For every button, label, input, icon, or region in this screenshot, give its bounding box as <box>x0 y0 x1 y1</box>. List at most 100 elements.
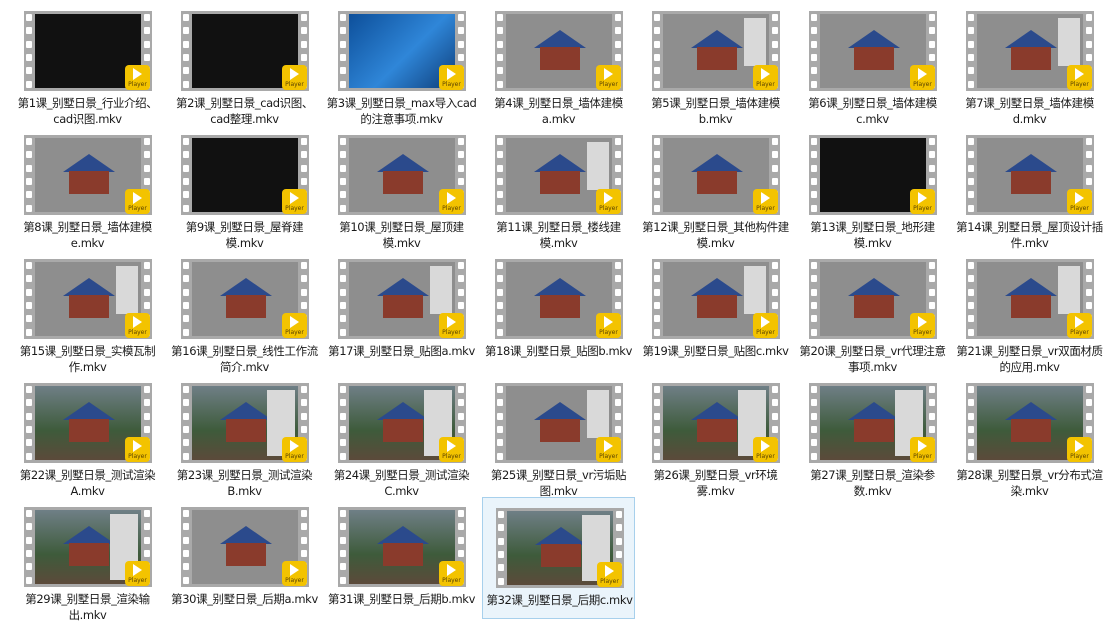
video-thumbnail[interactable]: Player <box>24 135 152 215</box>
file-item[interactable]: Player 第29课_别墅日景_渲染输出.mkv <box>11 497 164 622</box>
video-thumbnail[interactable]: Player <box>338 259 466 339</box>
perforation-hole <box>497 54 503 62</box>
house-roof <box>534 278 586 296</box>
video-thumbnail[interactable]: Player <box>181 11 309 91</box>
video-thumbnail[interactable]: Player <box>338 507 466 587</box>
perforation-hole <box>340 54 346 62</box>
file-item[interactable]: Player 第14课_别墅日景_屋顶设计插件.mkv <box>953 125 1106 250</box>
file-item[interactable]: Player 第20课_别墅日景_vr代理注意事项.mkv <box>796 249 949 374</box>
perforation-hole <box>1086 288 1092 296</box>
play-icon <box>604 316 613 328</box>
video-thumbnail[interactable]: Player <box>24 259 152 339</box>
file-item[interactable]: Player 第32课_别墅日景_后期c.mkv <box>482 497 635 619</box>
video-thumbnail[interactable]: Player <box>495 135 623 215</box>
file-item[interactable]: Player 第13课_别墅日景_地形建模.mkv <box>796 125 949 250</box>
perforation-hole <box>340 439 346 447</box>
file-item[interactable]: Player 第5课_别墅日景_墙体建模b.mkv <box>639 1 792 126</box>
house-roof <box>63 278 115 296</box>
video-thumbnail[interactable]: Player <box>966 11 1094 91</box>
file-name: 第9课_别墅日景_屋脊建模.mkv <box>185 220 304 250</box>
house-preview <box>63 278 115 318</box>
file-item[interactable]: Player 第2课_别墅日景_cad识图、cad整理.mkv <box>168 1 321 126</box>
video-thumbnail[interactable]: Player <box>181 507 309 587</box>
file-item[interactable]: Player 第3课_别墅日景_max导入cad的注意事项.mkv <box>325 1 478 126</box>
video-thumbnail[interactable]: Player <box>24 11 152 91</box>
file-item[interactable]: Player 第6课_别墅日景_墙体建模c.mkv <box>796 1 949 126</box>
perforation-hole <box>340 151 346 159</box>
perforation-hole <box>772 54 778 62</box>
perforation-hole <box>301 14 307 22</box>
perforation-hole <box>26 550 32 558</box>
video-thumbnail[interactable]: Player <box>652 135 780 215</box>
file-item[interactable]: Player 第4课_别墅日景_墙体建模a.mkv <box>482 1 635 126</box>
player-app-icon: Player <box>1067 65 1092 90</box>
file-item[interactable]: Player 第22课_别墅日景_测试渲染A.mkv <box>11 373 164 498</box>
file-item[interactable]: Player 第7课_别墅日景_墙体建模d.mkv <box>953 1 1106 126</box>
file-item[interactable]: Player 第21课_别墅日景_vr双面材质的应用.mkv <box>953 249 1106 374</box>
file-item[interactable]: Player 第25课_别墅日景_vr污垢贴图.mkv <box>482 373 635 498</box>
video-thumbnail[interactable]: Player <box>809 259 937 339</box>
house-wall <box>540 295 580 318</box>
house-wall <box>1011 419 1051 442</box>
file-item[interactable]: Player 第8课_别墅日景_墙体建模e.mkv <box>11 125 164 250</box>
film-perforations <box>966 135 976 215</box>
video-thumbnail[interactable]: Player <box>652 259 780 339</box>
video-thumbnail[interactable]: Player <box>652 11 780 91</box>
video-thumbnail[interactable]: Player <box>24 507 152 587</box>
video-thumbnail[interactable]: Player <box>495 259 623 339</box>
video-thumbnail[interactable]: Player <box>181 135 309 215</box>
file-item[interactable]: Player 第30课_别墅日景_后期a.mkv <box>168 497 321 619</box>
play-icon <box>290 316 299 328</box>
perforation-hole <box>615 302 621 310</box>
perforation-hole <box>615 399 621 407</box>
video-thumbnail[interactable]: Player <box>809 383 937 463</box>
file-item[interactable]: Player 第11课_别墅日景_楼线建模.mkv <box>482 125 635 250</box>
perforation-hole <box>26 302 32 310</box>
video-thumbnail[interactable]: Player <box>181 383 309 463</box>
file-item[interactable]: Player 第10课_别墅日景_屋顶建模.mkv <box>325 125 478 250</box>
file-item[interactable]: Player 第24课_别墅日景_测试渲染C.mkv <box>325 373 478 498</box>
video-thumbnail[interactable]: Player <box>966 383 1094 463</box>
video-thumbnail[interactable]: Player <box>652 383 780 463</box>
perforation-hole <box>654 315 660 323</box>
perforation-hole <box>340 510 346 518</box>
file-item[interactable]: Player 第16课_别墅日景_线性工作流简介.mkv <box>168 249 321 374</box>
film-perforations <box>495 11 505 91</box>
file-name: 第13课_别墅日景_地形建模.mkv <box>810 220 935 250</box>
video-thumbnail[interactable]: Player <box>24 383 152 463</box>
perforation-hole <box>811 302 817 310</box>
perforation-hole <box>654 27 660 35</box>
perforation-hole <box>968 262 974 270</box>
file-item[interactable]: Player 第17课_别墅日景_贴图a.mkv <box>325 249 478 371</box>
file-item[interactable]: Player 第26课_别墅日景_vr环境雾.mkv <box>639 373 792 498</box>
video-thumbnail[interactable]: Player <box>338 135 466 215</box>
perforation-hole <box>183 14 189 22</box>
video-thumbnail[interactable]: Player <box>496 508 624 588</box>
video-thumbnail[interactable]: Player <box>338 383 466 463</box>
perforation-hole <box>144 302 150 310</box>
file-item[interactable]: Player 第28课_别墅日景_vr分布式渲染.mkv <box>953 373 1106 498</box>
video-thumbnail[interactable]: Player <box>809 135 937 215</box>
video-thumbnail[interactable]: Player <box>181 259 309 339</box>
house-wall <box>383 295 423 318</box>
video-thumbnail[interactable]: Player <box>966 135 1094 215</box>
perforation-hole <box>616 524 622 532</box>
file-item[interactable]: Player 第9课_别墅日景_屋脊建模.mkv <box>168 125 321 250</box>
file-item[interactable]: Player 第31课_别墅日景_后期b.mkv <box>325 497 478 619</box>
file-item[interactable]: Player 第15课_别墅日景_实模瓦制作.mkv <box>11 249 164 374</box>
file-item[interactable]: Player 第19课_别墅日景_贴图c.mkv <box>639 249 792 371</box>
file-item[interactable]: Player 第12课_别墅日景_其他构件建模.mkv <box>639 125 792 250</box>
file-item[interactable]: Player 第23课_别墅日景_测试渲染B.mkv <box>168 373 321 498</box>
perforation-hole <box>772 14 778 22</box>
file-item[interactable]: Player 第27课_别墅日景_渲染参数.mkv <box>796 373 949 498</box>
file-item[interactable]: Player 第1课_别墅日景_行业介绍、cad识图.mkv <box>11 1 164 126</box>
perforation-hole <box>301 178 307 186</box>
play-icon <box>133 316 142 328</box>
video-thumbnail[interactable]: Player <box>809 11 937 91</box>
video-thumbnail[interactable]: Player <box>495 11 623 91</box>
file-item[interactable]: Player 第18课_别墅日景_贴图b.mkv <box>482 249 635 371</box>
perforation-hole <box>458 412 464 420</box>
video-thumbnail[interactable]: Player <box>338 11 466 91</box>
video-thumbnail[interactable]: Player <box>966 259 1094 339</box>
video-thumbnail[interactable]: Player <box>495 383 623 463</box>
